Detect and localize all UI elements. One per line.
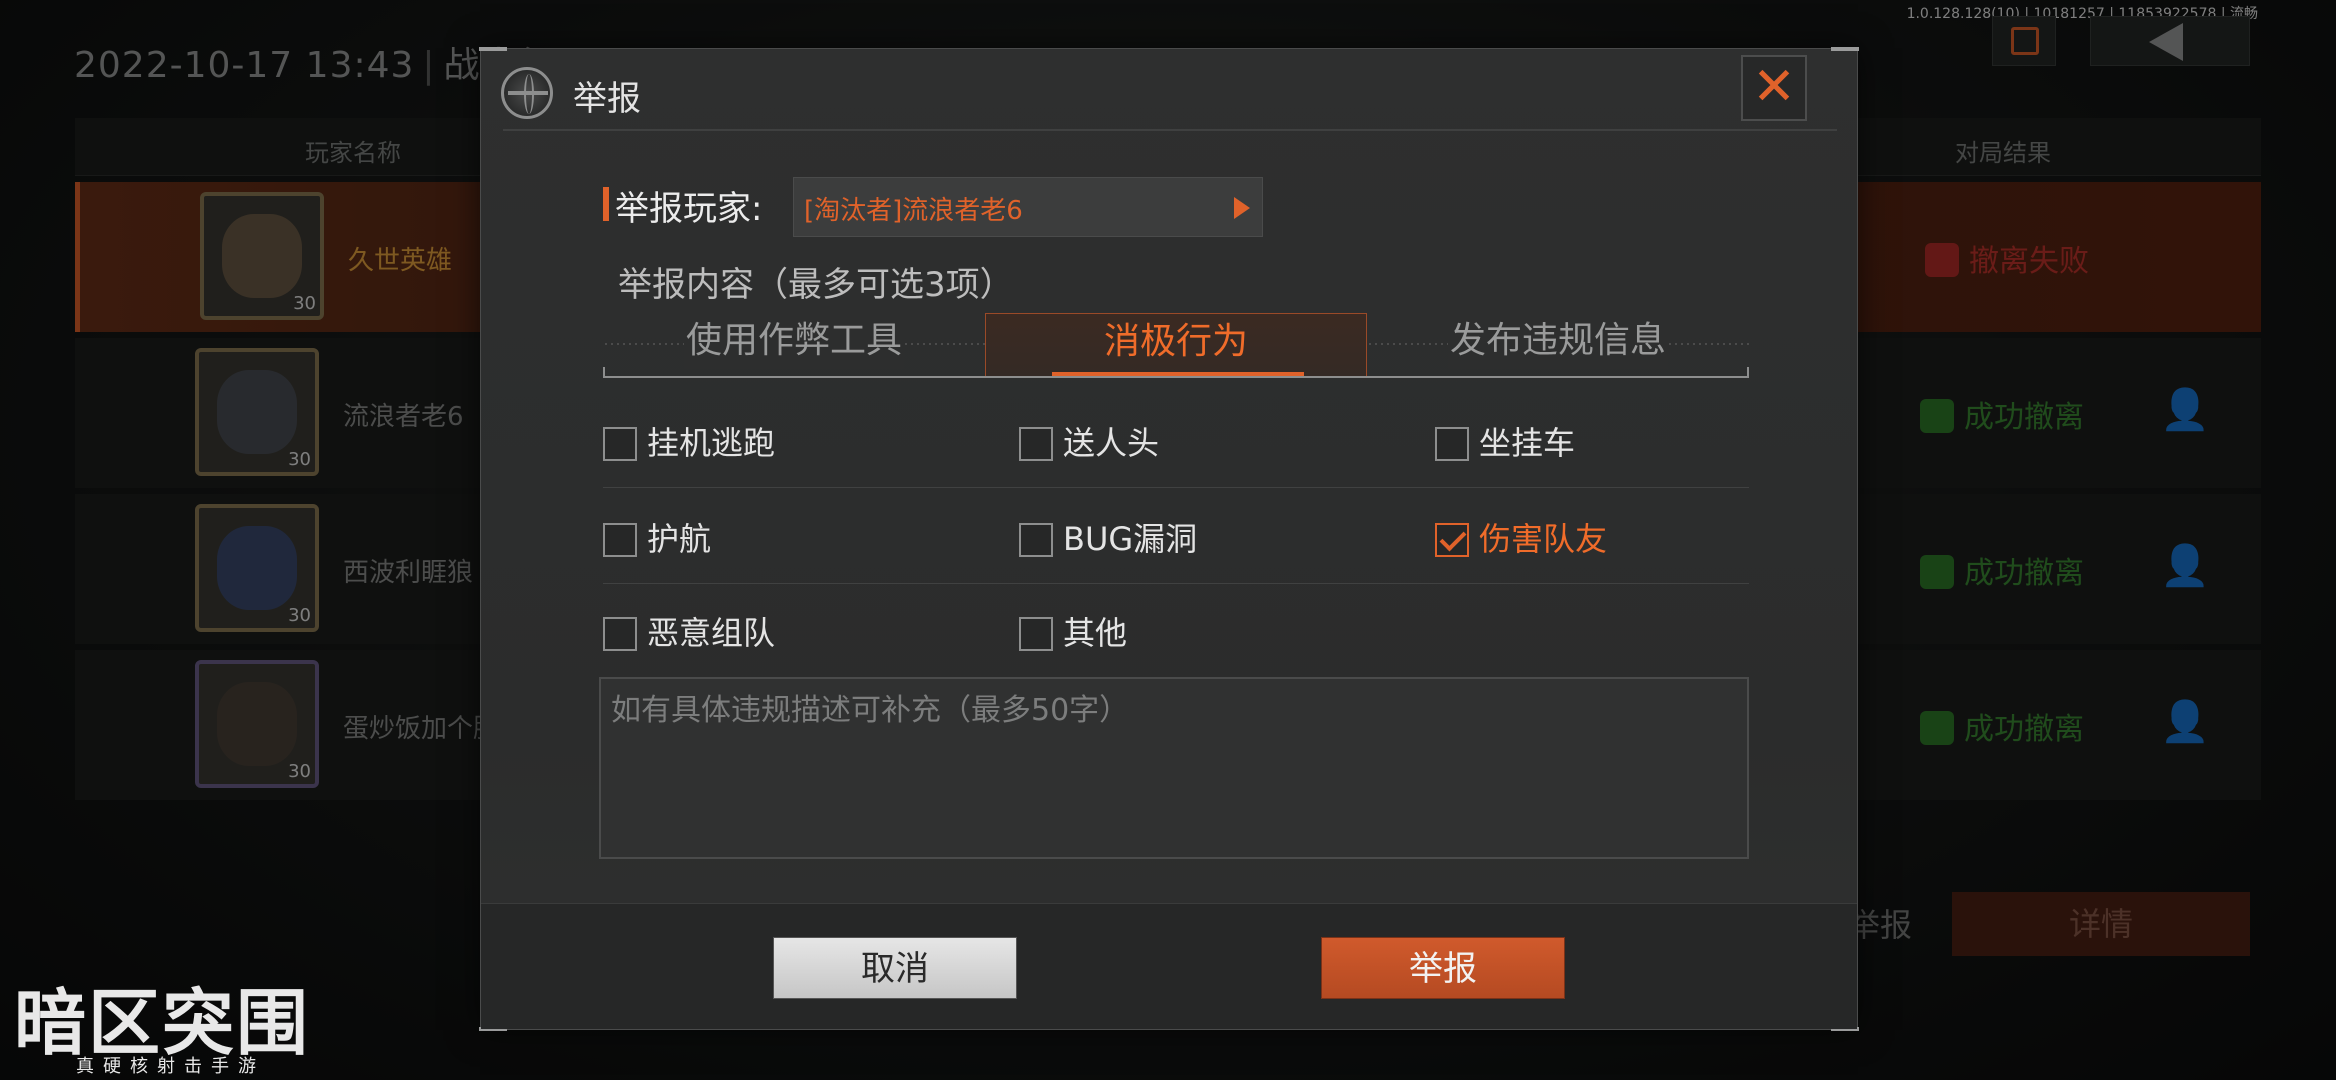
row-divider (603, 583, 1749, 584)
tab-negative-behavior[interactable]: 消极行为 (985, 313, 1367, 377)
option-label: 坐挂车 (1479, 424, 1576, 462)
tab-label: 使用作弊工具 (683, 313, 904, 369)
checkbox[interactable] (1019, 523, 1053, 557)
checkbox-checked[interactable] (1435, 523, 1469, 557)
section-marker (603, 187, 609, 221)
globe-icon (501, 67, 553, 119)
tab-cheating-tools[interactable]: 使用作弊工具 (603, 313, 985, 377)
report-dialog: 举报 ✕ 举报玩家: [淘汰者]流浪者老6 举报内容（最多可选3项） 使用作弊工… (479, 47, 1859, 1031)
row-divider (603, 487, 1749, 488)
tab-violating-info[interactable]: 发布违规信息 (1367, 313, 1749, 377)
report-content-label: 举报内容（最多可选3项） (618, 265, 1014, 305)
option-label: BUG漏洞 (1063, 520, 1198, 558)
checkbox[interactable] (1435, 427, 1469, 461)
game-logo: 暗区突围 真硬核射击手游 (0, 956, 362, 1080)
report-player-select[interactable]: [淘汰者]流浪者老6 (793, 177, 1263, 237)
cancel-button[interactable]: 取消 (773, 937, 1017, 999)
option-label: 送人头 (1063, 424, 1160, 462)
dialog-title: 举报 (573, 79, 641, 119)
checkbox[interactable] (603, 523, 637, 557)
option-label: 挂机逃跑 (647, 424, 776, 462)
close-button[interactable]: ✕ (1741, 55, 1807, 121)
tab-label: 消极行为 (1103, 321, 1248, 362)
checkbox[interactable] (603, 617, 637, 651)
logo-subtitle: 真硬核射击手游 (76, 1056, 265, 1077)
option-label: 恶意组队 (647, 614, 776, 652)
option-label: 护航 (647, 520, 712, 558)
close-icon: ✕ (1752, 57, 1796, 117)
submit-report-button[interactable]: 举报 (1321, 937, 1565, 999)
play-arrow-icon (1234, 197, 1250, 219)
dialog-footer (481, 903, 1857, 1029)
report-category-tabs: 使用作弊工具 消极行为 发布违规信息 (603, 313, 1749, 378)
option-label: 其他 (1063, 614, 1128, 652)
checkbox[interactable] (1019, 617, 1053, 651)
header-divider (503, 129, 1837, 131)
tab-baseline (603, 376, 1749, 378)
description-input[interactable] (599, 677, 1749, 859)
checkbox[interactable] (1019, 427, 1053, 461)
checkbox[interactable] (603, 427, 637, 461)
report-player-label: 举报玩家: (615, 189, 763, 229)
option-label: 伤害队友 (1479, 520, 1608, 558)
tab-label: 发布违规信息 (1447, 313, 1668, 369)
report-player-value: [淘汰者]流浪者老6 (804, 196, 1023, 226)
